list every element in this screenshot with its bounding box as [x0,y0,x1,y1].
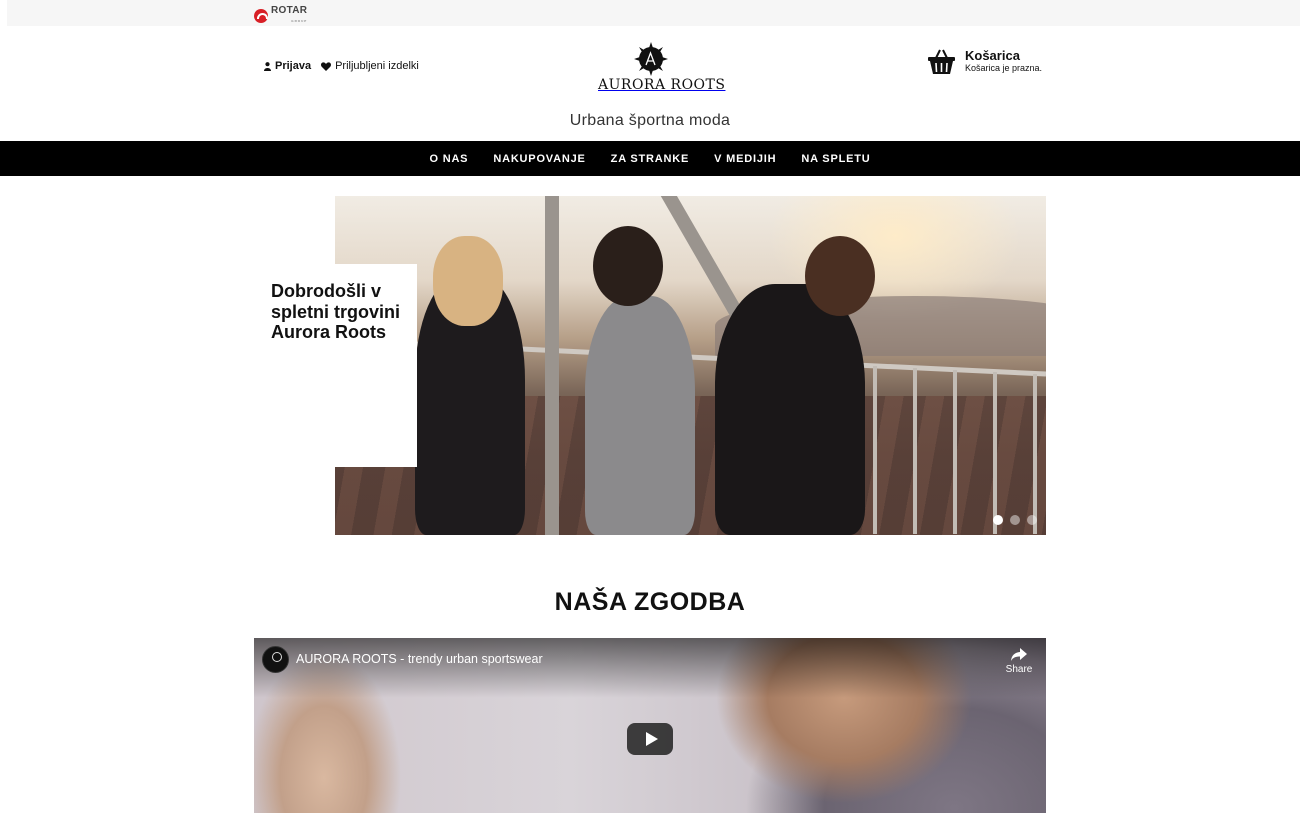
video-top-shade [254,638,1046,698]
share-icon [1001,648,1037,662]
slider-dots [993,515,1037,525]
nav-item-v-medijih[interactable]: V MEDIJIH [714,153,776,165]
main-nav: O NAS NAKUPOVANJE ZA STRANKE V MEDIJIH N… [0,141,1300,176]
nav-item-nakupovanje[interactable]: NAKUPOVANJE [493,153,585,165]
slider-dot-1[interactable] [993,515,1003,525]
logo-emblem-icon [633,42,668,76]
logo-text: AURORA ROOTS [598,77,726,93]
account-links: Prijava Priljubljeni izdelki [264,60,419,72]
user-icon [264,61,271,71]
youtube-video-player[interactable]: AURORA ROOTS - trendy urban sportswear S… [254,638,1046,813]
video-title[interactable]: AURORA ROOTS - trendy urban sportswear [296,652,543,666]
story-title: NAŠA ZGODBA [554,588,746,616]
cart-status: Košarica je prazna. [965,63,1043,73]
nav-item-o-nas[interactable]: O NAS [429,153,468,165]
login-link[interactable]: Prijava [264,60,311,72]
hero-person-right-head [805,236,875,316]
top-strip [7,0,1300,26]
welcome-card: Dobrodošli v spletni trgovini Aurora Roo… [255,264,417,467]
aurora-roots-logo[interactable]: AURORA ROOTS [598,42,726,93]
hero-person-left-head [433,236,503,326]
play-button[interactable] [627,723,673,755]
hero-person-middle-head [593,226,663,306]
hero-slider-image[interactable] [335,196,1046,535]
hero-person-right [715,284,865,535]
basket-icon [928,48,955,74]
nav-item-na-spletu[interactable]: NA SPLETU [801,153,870,165]
cart-widget[interactable]: Košarica Košarica je prazna. [928,48,1042,74]
hero-pole [545,196,559,535]
share-label: Share [1005,664,1033,675]
nav-item-za-stranke[interactable]: ZA STRANKE [611,153,689,165]
heart-icon [321,61,332,71]
cart-text: Košarica Košarica je prazna. [965,48,1042,74]
tagline: Urbana športna moda [569,112,731,129]
favorites-label: Priljubljeni izdelki [335,60,419,72]
channel-avatar[interactable] [262,646,289,673]
rotar-logo-subtext: GROUP [291,19,308,23]
slider-dot-3[interactable] [1027,515,1037,525]
login-label: Prijava [275,60,312,72]
cart-title: Košarica [965,48,1020,63]
slider-dot-2[interactable] [1010,515,1020,525]
rotar-logo-text: ROTAR GROUP [271,6,307,26]
favorites-link[interactable]: Priljubljeni izdelki [321,60,419,72]
rotar-logo-icon [254,9,268,23]
welcome-heading: Dobrodošli v spletni trgovini Aurora Roo… [271,281,401,342]
hero-person-middle [585,296,695,535]
rotar-logo[interactable]: ROTAR GROUP [254,6,307,26]
share-button[interactable]: Share [1001,648,1037,675]
